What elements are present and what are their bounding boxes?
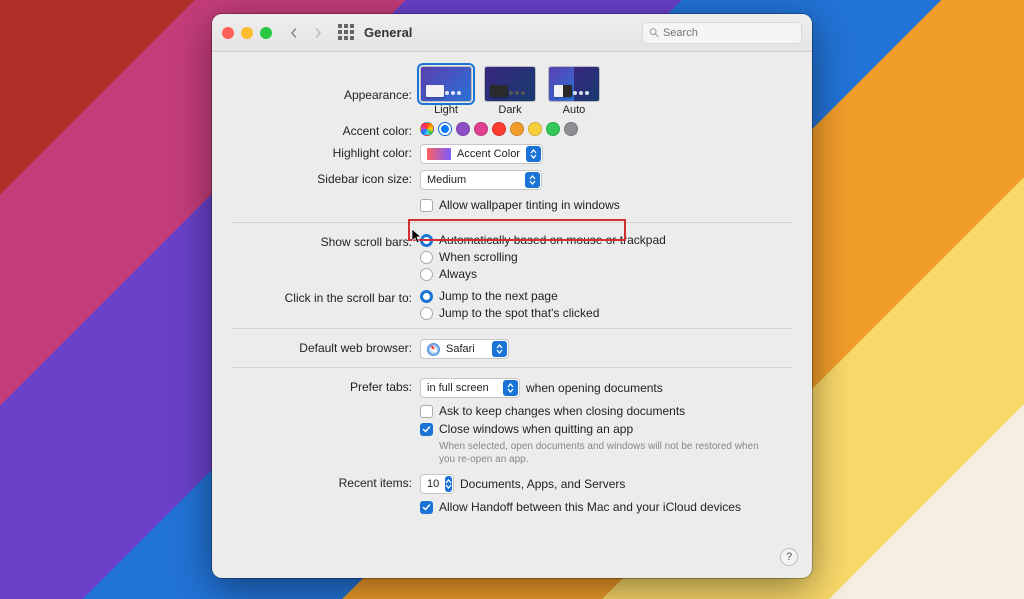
prefer-tabs-select[interactable]: in full screen: [420, 378, 520, 398]
sidebar-size-select[interactable]: Medium: [420, 170, 542, 190]
window-title: General: [364, 25, 412, 40]
forward-button[interactable]: [308, 23, 328, 43]
system-preferences-window: General Appearance: Light: [212, 14, 812, 578]
highlight-color-select[interactable]: Accent Color: [420, 144, 543, 164]
scrollbars-when-scrolling-radio[interactable]: When scrolling: [420, 250, 792, 264]
close-windows-checkbox[interactable]: Close windows when quitting an app: [420, 422, 792, 436]
accent-green[interactable]: [546, 122, 560, 136]
radio-icon: [420, 290, 433, 303]
recent-items-select[interactable]: 10: [420, 474, 454, 494]
click-scroll-spot-radio[interactable]: Jump to the spot that's clicked: [420, 306, 792, 320]
back-button[interactable]: [284, 23, 304, 43]
appearance-dark-label: Dark: [484, 104, 536, 116]
wallpaper-tinting-label: Allow wallpaper tinting in windows: [439, 198, 620, 212]
divider: [232, 367, 792, 368]
scrollbars-auto-radio[interactable]: Automatically based on mouse or trackpad: [420, 233, 792, 247]
chevron-updown-icon: [503, 380, 518, 396]
radio-icon: [420, 251, 433, 264]
scrollbars-when-scrolling-label: When scrolling: [439, 250, 518, 264]
scrollbars-always-label: Always: [439, 267, 477, 281]
checkbox-box-icon: [420, 405, 433, 418]
appearance-auto-label: Auto: [548, 104, 600, 116]
appearance-dark[interactable]: Dark: [484, 66, 536, 116]
highlight-value: Accent Color: [457, 148, 520, 160]
accent-multicolor[interactable]: [420, 122, 434, 136]
appearance-auto[interactable]: Auto: [548, 66, 600, 116]
ask-keep-changes-checkbox[interactable]: Ask to keep changes when closing documen…: [420, 404, 792, 418]
divider: [232, 222, 792, 223]
appearance-light[interactable]: Light: [420, 66, 472, 116]
accent-blue[interactable]: [438, 122, 452, 136]
accent-color-picker[interactable]: [420, 122, 792, 136]
chevron-updown-icon: [526, 146, 541, 162]
checkbox-box-icon: [420, 423, 433, 436]
prefer-tabs-suffix: when opening documents: [526, 381, 663, 395]
scrollbars-label: Show scroll bars:: [232, 233, 420, 249]
appearance-label: Appearance:: [232, 66, 420, 102]
click-scroll-nextpage-label: Jump to the next page: [439, 289, 558, 303]
ask-keep-changes-label: Ask to keep changes when closing documen…: [439, 404, 685, 418]
wallpaper-tinting-checkbox[interactable]: Allow wallpaper tinting in windows: [420, 198, 792, 212]
search-input[interactable]: [663, 27, 795, 39]
recent-items-label: Recent items:: [232, 474, 420, 490]
search-field[interactable]: [642, 22, 802, 44]
close-windows-label: Close windows when quitting an app: [439, 422, 633, 436]
nav-buttons: [284, 23, 328, 43]
accent-label: Accent color:: [232, 122, 420, 138]
default-browser-select[interactable]: Safari: [420, 339, 509, 359]
click-scroll-nextpage-radio[interactable]: Jump to the next page: [420, 289, 792, 303]
help-button[interactable]: ?: [780, 548, 798, 566]
close-window-button[interactable]: [222, 27, 234, 39]
radio-icon: [420, 307, 433, 320]
recent-items-suffix: Documents, Apps, and Servers: [460, 477, 625, 491]
window-titlebar: General: [212, 14, 812, 52]
accent-orange[interactable]: [510, 122, 524, 136]
close-windows-hint: When selected, open documents and window…: [439, 440, 759, 466]
browser-label: Default web browser:: [232, 339, 420, 355]
accent-pink[interactable]: [474, 122, 488, 136]
show-all-icon[interactable]: [338, 24, 356, 42]
recent-items-value: 10: [427, 478, 439, 490]
cursor-icon: [412, 229, 424, 245]
chevron-updown-icon: [492, 341, 507, 357]
prefer-tabs-value: in full screen: [427, 382, 497, 394]
checkbox-box-icon: [420, 199, 433, 212]
traffic-lights: [222, 27, 272, 39]
click-scroll-spot-label: Jump to the spot that's clicked: [439, 306, 599, 320]
search-icon: [649, 27, 659, 38]
chevron-updown-icon: [445, 476, 452, 492]
appearance-light-label: Light: [420, 104, 472, 116]
chevron-updown-icon: [525, 172, 540, 188]
accent-purple[interactable]: [456, 122, 470, 136]
scrollbars-always-radio[interactable]: Always: [420, 267, 792, 281]
handoff-checkbox[interactable]: Allow Handoff between this Mac and your …: [420, 500, 792, 514]
divider: [232, 328, 792, 329]
click-scroll-label: Click in the scroll bar to:: [232, 289, 420, 305]
accent-red[interactable]: [492, 122, 506, 136]
safari-icon: [427, 343, 440, 356]
highlight-swatch-icon: [427, 148, 451, 160]
minimize-window-button[interactable]: [241, 27, 253, 39]
browser-value: Safari: [446, 343, 486, 355]
prefer-tabs-label: Prefer tabs:: [232, 378, 420, 394]
radio-icon: [420, 268, 433, 281]
scrollbars-auto-label: Automatically based on mouse or trackpad: [439, 233, 666, 247]
accent-yellow[interactable]: [528, 122, 542, 136]
zoom-window-button[interactable]: [260, 27, 272, 39]
accent-gray[interactable]: [564, 122, 578, 136]
highlight-label: Highlight color:: [232, 144, 420, 160]
sidebar-size-label: Sidebar icon size:: [232, 170, 420, 186]
handoff-label: Allow Handoff between this Mac and your …: [439, 500, 741, 514]
checkbox-box-icon: [420, 501, 433, 514]
sidebar-size-value: Medium: [427, 174, 519, 186]
